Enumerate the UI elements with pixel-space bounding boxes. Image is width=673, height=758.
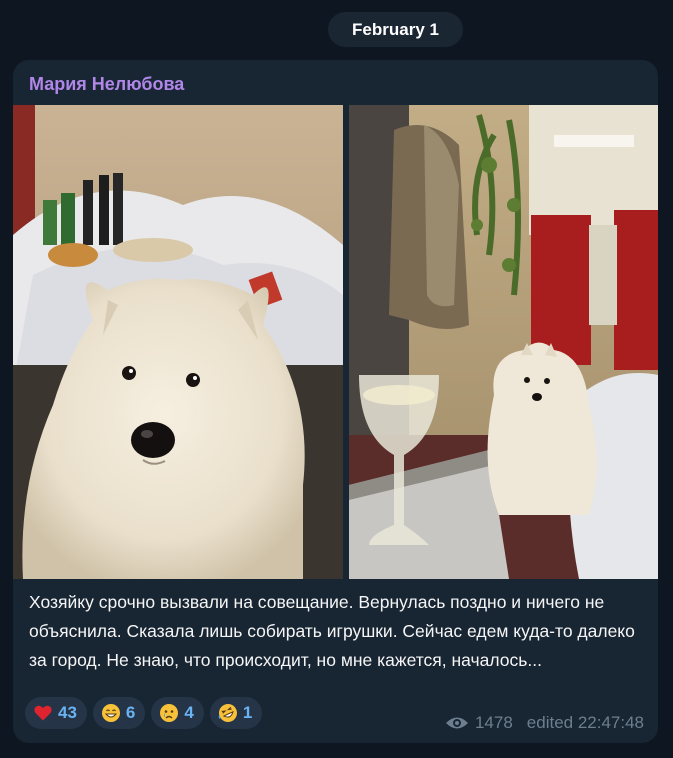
reaction-count: 43 <box>58 703 77 722</box>
reaction-heart[interactable]: 43 <box>25 697 87 729</box>
grinning-face-icon <box>101 704 120 722</box>
reactions-bar: 43 6 4 1 <box>25 697 263 729</box>
date-separator: February 1 <box>328 12 463 47</box>
edited-timestamp: edited 22:47:48 <box>526 713 644 732</box>
message-text: Хозяйку срочно вызвали на совещание. Вер… <box>29 592 635 670</box>
photo-dog-closeup[interactable] <box>13 105 343 579</box>
reaction-count: 6 <box>125 703 136 722</box>
crying-face-icon <box>160 704 179 722</box>
view-count: 1478 <box>474 713 513 732</box>
photo-dog-compartment[interactable] <box>349 105 658 579</box>
reaction-grin[interactable]: 6 <box>92 697 146 729</box>
reaction-count: 4 <box>184 703 194 722</box>
eye-icon <box>445 717 468 729</box>
sender-name[interactable]: Мария Нелюбова <box>29 74 184 95</box>
date-label: February 1 <box>352 19 439 39</box>
red-heart-icon <box>34 705 52 721</box>
reaction-cry[interactable]: 4 <box>151 697 204 729</box>
rolling-laughing-face-icon <box>218 704 237 722</box>
reaction-rofl[interactable]: 1 <box>209 697 263 729</box>
message-bubble: Мария Нелюбова Хозяйку срочно вызвали на… <box>13 60 658 743</box>
reaction-count: 1 <box>242 703 253 722</box>
message-meta: 1478 edited 22:47:48 <box>445 713 644 733</box>
